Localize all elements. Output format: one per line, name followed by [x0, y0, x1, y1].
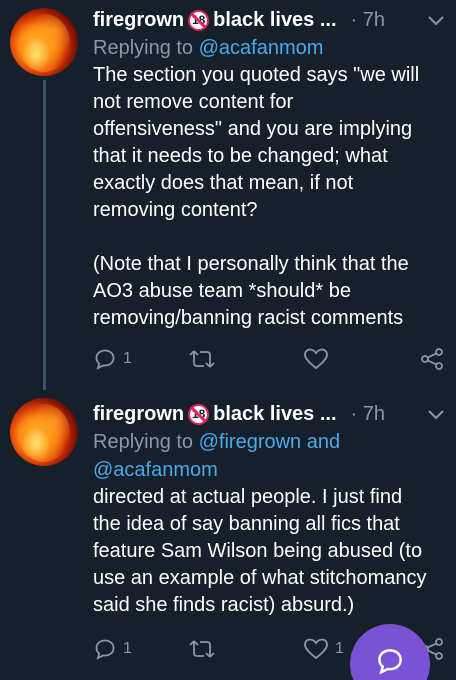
- share-icon: [421, 348, 443, 370]
- tweet-text: The section you quoted says "we will not…: [93, 64, 420, 329]
- replying-to: Replying to @firegrown and @acafanmom: [93, 428, 444, 484]
- reply-button[interactable]: 1: [93, 637, 132, 661]
- tweet-actions: 1: [93, 344, 444, 374]
- reply-count: 1: [123, 640, 132, 657]
- retweet-button[interactable]: [188, 347, 222, 371]
- tweet-thread: firegrown 18 black lives ... · 7h Replyi…: [0, 0, 456, 680]
- mention-link[interactable]: @firegrown: [199, 431, 302, 453]
- age-18-badge: 18: [188, 403, 210, 425]
- tweet-header: firegrown 18 black lives ... · 7h: [93, 400, 444, 428]
- thread-connector-line: [43, 80, 46, 390]
- timestamp[interactable]: · 7h: [351, 403, 385, 426]
- avatar[interactable]: [10, 398, 78, 466]
- retweet-icon: [189, 350, 215, 368]
- like-count: 1: [335, 640, 344, 657]
- display-name[interactable]: firegrown: [93, 403, 184, 426]
- avatar[interactable]: [10, 8, 78, 76]
- tweet-text: directed at actual people. I just find t…: [93, 486, 427, 616]
- age-18-badge: 18: [188, 9, 210, 31]
- chevron-down-icon[interactable]: [428, 16, 444, 26]
- reply-button[interactable]: 1: [93, 347, 132, 371]
- share-button[interactable]: [420, 347, 444, 371]
- retweet-icon: [189, 640, 215, 658]
- reply-count: 1: [123, 350, 132, 367]
- like-button[interactable]: 1: [303, 637, 344, 661]
- replying-to: Replying to @acafanmom: [93, 34, 444, 62]
- reply-icon: [95, 639, 115, 660]
- replying-to-label: Replying to: [93, 37, 199, 59]
- compose-reply-icon: [378, 649, 402, 675]
- mention-link[interactable]: @acafanmom: [93, 459, 218, 481]
- reply-icon: [95, 349, 115, 370]
- replying-to-label: Replying to: [93, 431, 199, 453]
- heart-icon: [304, 638, 328, 660]
- display-name[interactable]: firegrown: [93, 9, 184, 32]
- display-name-suffix[interactable]: black lives ...: [213, 9, 336, 32]
- mention-joiner: and: [301, 431, 341, 453]
- tweet-header: firegrown 18 black lives ... · 7h: [93, 6, 444, 34]
- chevron-down-icon[interactable]: [428, 410, 444, 420]
- tweet[interactable]: firegrown 18 black lives ... · 7h Replyi…: [0, 0, 456, 390]
- tweet-body: firegrown 18 black lives ... · 7h Replyi…: [93, 6, 444, 332]
- like-button[interactable]: [303, 347, 335, 371]
- heart-icon: [304, 348, 328, 370]
- mention-link[interactable]: @acafanmom: [199, 37, 324, 59]
- display-name-suffix[interactable]: black lives ...: [213, 403, 336, 426]
- timestamp[interactable]: · 7h: [351, 9, 385, 32]
- tweet-body: firegrown 18 black lives ... · 7h Replyi…: [93, 400, 444, 619]
- retweet-button[interactable]: [188, 637, 222, 661]
